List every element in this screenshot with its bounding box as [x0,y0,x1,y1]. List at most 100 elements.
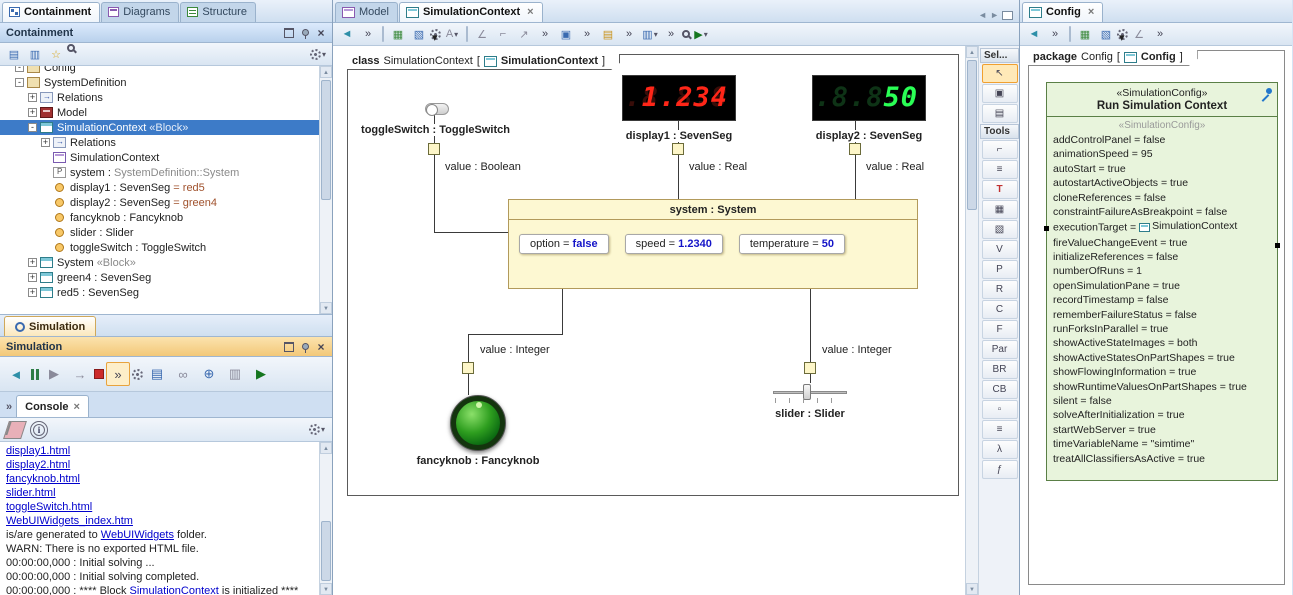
scroll-up-icon[interactable]: ▲ [320,66,332,78]
console-link[interactable]: fancyknob.html [6,473,80,485]
tree-item-simulationcontext-block[interactable]: - SimulationContext «Block» [0,120,319,135]
tab-simulation[interactable]: Simulation [4,316,96,336]
palette-tools-header[interactable]: Tools [980,124,1019,139]
tree-item-fancyknob[interactable]: fancyknob : Fancyknob [0,210,319,225]
tab-diagrams[interactable]: Diagrams [101,2,179,22]
tree-item-systemdefinition[interactable]: - SystemDefinition [0,75,319,90]
tree-item-green4[interactable]: + green4 : SevenSeg [0,270,319,285]
diagram-properties-icon[interactable]: ▧ [409,24,429,44]
tab-close-icon[interactable]: × [527,6,533,18]
toggleswitch-part-label[interactable]: toggleSwitch : ToggleSwitch [353,124,518,136]
tree-item-red5[interactable]: + red5 : SevenSeg [0,285,319,300]
animation-back-icon[interactable]: ◄ [4,362,28,386]
flow-tool-icon[interactable]: F [982,320,1018,339]
palette-selection-header[interactable]: Sel... [980,48,1019,63]
tab-simulationcontext[interactable]: SimulationContext × [399,2,543,22]
slot-temperature[interactable]: temperature = 50 [739,234,845,254]
connector-line[interactable] [434,155,435,232]
text-style-icon[interactable]: A ▾ [442,24,462,44]
select-cursor-icon[interactable]: ↖ [982,64,1018,83]
scroll-down-icon[interactable]: ▼ [320,302,332,314]
connector-line[interactable] [562,289,563,334]
text-tool-icon[interactable]: T [982,180,1018,199]
anchor-tool-icon[interactable]: ⌐ [982,140,1018,159]
tree-expander[interactable]: - [15,66,24,72]
console-link[interactable]: display1.html [6,445,70,457]
containment-tree-icon[interactable]: ▦ [1075,24,1095,44]
connector-line[interactable] [434,232,508,233]
connector-line[interactable] [855,155,856,199]
console-link[interactable]: WebUIWidgets [101,529,174,541]
scroll-down-icon[interactable]: ▼ [320,583,332,595]
containment-options-gear-icon[interactable]: ▾ [308,44,328,64]
tab-containment[interactable]: Containment [2,2,100,22]
tree-expander[interactable]: + [28,288,37,297]
tab-close-icon[interactable]: × [1088,6,1094,18]
close-window-icon[interactable]: × [314,340,328,353]
diagram-properties-icon[interactable]: ▧ [1096,24,1116,44]
lambda-tool-icon[interactable]: λ [982,440,1018,459]
slot-speed[interactable]: speed = 1.2340 [625,234,723,254]
layout-icon[interactable]: ▥ ▾ [640,24,660,44]
step-over-icon[interactable]: → [68,362,92,386]
tree-item-simulationcontext-diagram[interactable]: SimulationContext [0,150,319,165]
zoom-region-icon[interactable]: ▤ [982,104,1018,123]
display2-value-port[interactable] [849,143,861,155]
console-overflow-icon[interactable]: » [6,401,12,417]
pin-icon[interactable] [1260,87,1273,100]
pause-icon[interactable] [30,369,40,380]
tab-list-icon[interactable] [1002,11,1013,20]
toggle-switch-widget[interactable] [425,103,449,115]
tree-item-display2[interactable]: display2 : SevenSeg = green4 [0,195,319,210]
terminate-icon[interactable] [94,369,104,379]
tree-item-model[interactable]: + Model [0,105,319,120]
navigate-back-icon[interactable]: ◄ [1024,24,1044,44]
reference-tool-icon[interactable]: R [982,280,1018,299]
value-type-tool-icon[interactable]: V [982,240,1018,259]
fancyknob-widget[interactable] [450,395,506,451]
tree-expander[interactable]: - [28,123,37,132]
collapse-all-icon[interactable]: ▥ [25,44,45,64]
separator-tool-icon[interactable]: ≡ [982,160,1018,179]
toolbar-overflow-icon[interactable]: » [1045,24,1065,44]
toolbar-overflow-icon[interactable]: » [661,24,681,44]
image-tool-icon[interactable]: ▦ [982,200,1018,219]
system-part-box[interactable]: system : System option = false speed [508,199,918,289]
scroll-down-icon[interactable]: ▼ [966,583,978,595]
slot-option[interactable]: option = false [519,234,609,254]
pin-window-icon[interactable] [298,340,312,353]
tree-expander[interactable]: - [15,78,24,87]
zoom-search-icon[interactable] [682,30,690,38]
connector-line[interactable] [810,289,811,362]
nav-forward-icon[interactable]: ► [990,10,999,20]
run-icon[interactable]: ▶ ▾ [691,24,711,44]
favorites-star-icon[interactable]: ☆ [46,44,66,64]
scrollbar-thumb[interactable] [967,60,977,210]
containment-tree-icon[interactable]: ▦ [388,24,408,44]
fancyknob-value-port[interactable] [462,362,474,374]
participant-tool-icon[interactable]: Par [982,340,1018,359]
function-tool-icon[interactable]: ƒ [982,460,1018,479]
connector-line[interactable] [468,334,563,335]
scroll-up-icon[interactable]: ▲ [966,46,978,58]
console-link[interactable]: SimulationContext [130,585,219,595]
toolbar-overflow-icon[interactable]: » [619,24,639,44]
slider-part-label[interactable]: slider : Slider [758,408,862,420]
tree-scrollbar[interactable]: ▲ ▼ [319,66,332,314]
resume-icon[interactable]: ▶ [42,362,66,386]
tree-expander[interactable]: + [28,93,37,102]
more-tools-icon[interactable]: ≡ [982,420,1018,439]
trace-links-icon[interactable]: ∞ [171,362,195,386]
tab-model[interactable]: Model [335,2,398,22]
tree-expander[interactable]: + [28,108,37,117]
console-scrollbar[interactable]: ▲ ▼ [319,442,332,595]
tree-expander[interactable]: + [28,273,37,282]
part-tool-icon[interactable]: P [982,260,1018,279]
tab-console[interactable]: Console × [16,395,89,417]
toolbar-expand-icon[interactable]: » [106,362,130,386]
note-icon[interactable]: ▤ [598,24,618,44]
tree-item-relations1[interactable]: + Relations [0,90,319,105]
slider-widget[interactable] [773,382,847,404]
tree-item-system-block[interactable]: + System «Block» [0,255,319,270]
console-link[interactable]: toggleSwitch.html [6,501,92,513]
